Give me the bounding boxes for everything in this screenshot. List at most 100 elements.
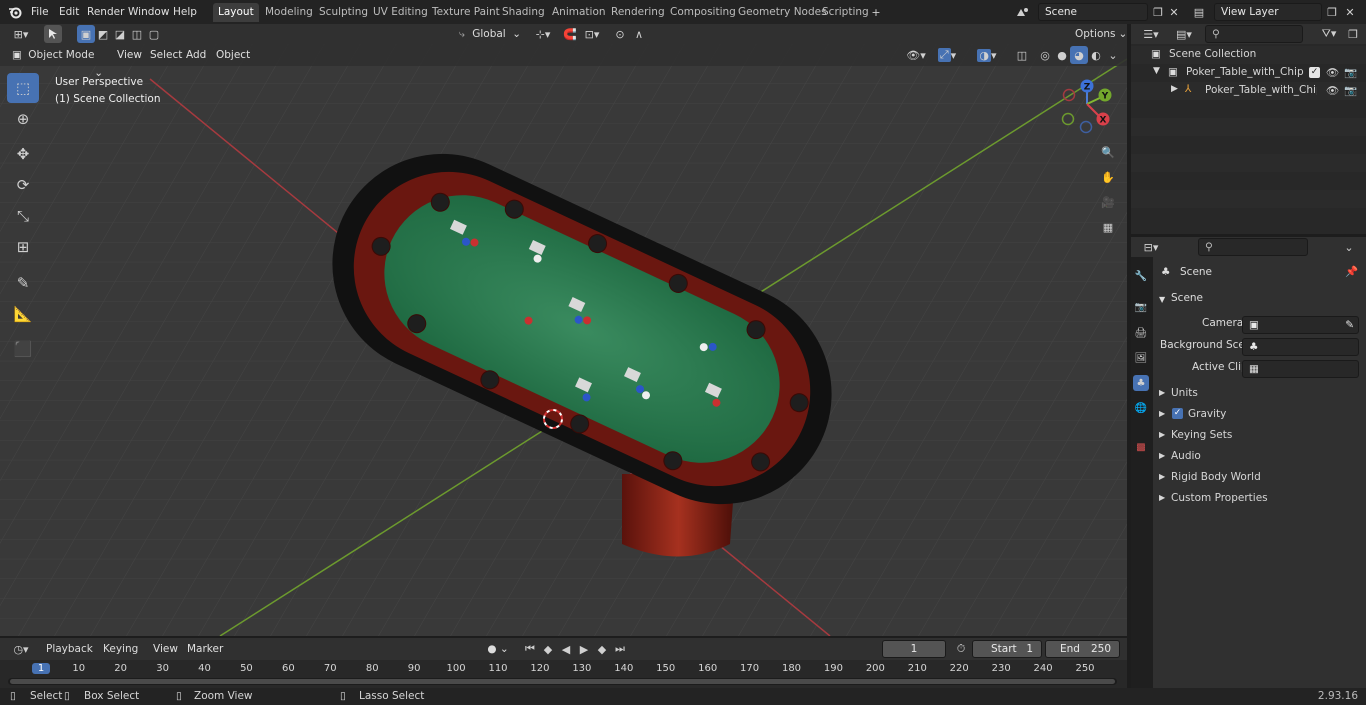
pin-icon[interactable]: 📌 [1345, 262, 1358, 283]
snap-toggle-icon[interactable]: 🧲 [561, 25, 579, 43]
properties-editor-icon[interactable]: ⊟▾ [1138, 238, 1164, 256]
camera-view-icon[interactable]: 🎥 [1099, 193, 1117, 211]
annotate-tool-icon[interactable]: ✎ [7, 268, 39, 298]
scene-panel-title[interactable]: Scene [1171, 288, 1203, 309]
menu-window[interactable]: Window [125, 4, 172, 20]
options-dropdown[interactable]: Options ⌄ [1068, 25, 1127, 43]
timeline-area[interactable]: 1 10 20 30 40 50 60 70 80 90 100 110 120 130 140 150 160… [0, 660, 1127, 688]
tab-rendering[interactable]: Rendering [606, 3, 670, 22]
editor-type-icon[interactable]: ⊞▾ [8, 25, 34, 43]
select-tool-icon[interactable] [44, 25, 62, 43]
shading-options-icon[interactable]: ⌄ [1104, 46, 1122, 64]
view-layer-tab-icon[interactable]: 🖼 [1133, 350, 1149, 366]
outliner-row-collection[interactable]: ▼ ▣ Poker_Table_with_Chips_and_ ✓ 👁 📷 [1131, 64, 1366, 82]
section-gravity[interactable]: ▶ ✓ Gravity [1153, 404, 1366, 425]
collapse-arrow-icon[interactable]: ▼ [1159, 289, 1165, 310]
menu-object[interactable]: Object [213, 47, 253, 63]
delete-scene-icon[interactable]: ✕ [1165, 3, 1183, 21]
eyedropper-icon[interactable]: ✎ [1345, 317, 1354, 333]
material-shading-icon[interactable]: ◕ [1070, 46, 1088, 64]
camera-field[interactable]: ▣ ✎ [1242, 316, 1359, 334]
section-audio[interactable]: ▶ Audio [1153, 446, 1366, 467]
menu-help[interactable]: Help [170, 4, 200, 20]
mode-new-icon[interactable]: ▣ [77, 25, 95, 43]
scene-tab-icon[interactable]: ♣ [1133, 375, 1149, 391]
menu-edit[interactable]: Edit [56, 4, 82, 20]
scene-name-field[interactable]: Scene [1038, 3, 1148, 21]
display-mode-icon[interactable]: ▤▾ [1171, 25, 1197, 43]
menu-render[interactable]: Render [84, 4, 127, 20]
blender-logo-icon[interactable] [6, 3, 24, 21]
current-frame-marker[interactable]: 1 [32, 663, 50, 674]
timeline-view-menu[interactable]: View [150, 641, 181, 657]
camera-render-icon[interactable]: 📷 [1344, 66, 1357, 79]
outliner-search-input[interactable]: ⚲ [1205, 25, 1303, 43]
tab-layout[interactable]: Layout [213, 3, 259, 22]
transform-tool-icon[interactable]: ⊞ [7, 232, 39, 262]
world-tab-icon[interactable]: 🌐 [1133, 400, 1149, 416]
tab-animation[interactable]: Animation [547, 3, 611, 22]
tab-scripting[interactable]: Scripting [817, 3, 874, 22]
new-view-layer-icon[interactable]: ❐ [1323, 3, 1341, 21]
play-reverse-icon[interactable]: ◀ [557, 640, 575, 658]
view-layer-selector-icon[interactable]: ▤ [1190, 3, 1208, 21]
rotate-tool-icon[interactable]: ⟳ [7, 170, 39, 200]
mode-difference-icon[interactable]: ◫ [128, 25, 146, 43]
jump-end-icon[interactable]: ⏭ [611, 640, 629, 658]
current-frame-field[interactable]: 1 [882, 640, 946, 658]
navigation-gizmo[interactable]: Z Y X [1055, 76, 1119, 136]
exclude-checkbox[interactable]: ✓ [1309, 67, 1320, 78]
properties-options-icon[interactable]: ⌄ [1340, 238, 1358, 256]
mode-intersect-icon[interactable]: ▢ [145, 25, 163, 43]
timeline-scrollbar[interactable] [8, 678, 1117, 685]
proportional-edit-icon[interactable]: ⊙ [611, 25, 629, 43]
zoom-icon[interactable]: 🔍 [1099, 143, 1117, 161]
solid-shading-icon[interactable]: ● [1053, 46, 1071, 64]
cursor-tool-icon[interactable]: ⊕ [7, 104, 39, 134]
section-units[interactable]: ▶ Units [1153, 383, 1366, 404]
eye-icon[interactable]: 👁 [1326, 84, 1339, 97]
mode-dropdown[interactable]: ▣ Object Mode ⌄ [8, 46, 106, 79]
tab-compositing[interactable]: Compositing [665, 3, 741, 22]
keying-menu[interactable]: Keying ⌄ [99, 640, 145, 673]
perspective-toggle-icon[interactable]: ▦ [1099, 218, 1117, 236]
view-layer-name-field[interactable]: View Layer [1214, 3, 1322, 21]
xray-icon[interactable]: ◫ [1013, 46, 1031, 64]
texture-tab-icon[interactable]: ▩ [1133, 439, 1149, 455]
section-custom-properties[interactable]: ▶ Custom Properties [1153, 488, 1366, 509]
snap-target-icon[interactable]: ⊡▾ [580, 25, 604, 43]
playback-menu[interactable]: Playback ⌄ [40, 640, 96, 673]
visibility-icon[interactable]: 👁▾ [903, 46, 929, 64]
move-tool-icon[interactable]: ✥ [7, 139, 39, 169]
tab-shading[interactable]: Shading [497, 3, 550, 22]
add-cube-tool-icon[interactable]: ⬛ [7, 334, 39, 364]
background-scene-field[interactable]: ♣ [1242, 338, 1359, 356]
prev-keyframe-icon[interactable]: ◆ [539, 640, 557, 658]
gravity-checkbox[interactable]: ✓ [1172, 408, 1183, 419]
preview-range-icon[interactable]: ⏱ [952, 640, 970, 658]
pivot-point-icon[interactable]: ⊹▾ [531, 25, 555, 43]
timeline-editor-icon[interactable]: ◷▾ [8, 640, 34, 658]
scene-selector-icon[interactable] [1014, 3, 1032, 21]
menu-file[interactable]: File [28, 4, 52, 20]
output-tab-icon[interactable]: 🖨 [1133, 325, 1149, 341]
next-keyframe-icon[interactable]: ◆ [593, 640, 611, 658]
rendered-shading-icon[interactable]: ◐ [1087, 46, 1105, 64]
properties-search-input[interactable]: ⚲ [1198, 238, 1308, 256]
tool-tab-icon[interactable]: 🔧 [1133, 268, 1149, 284]
jump-start-icon[interactable]: ⏮ [521, 640, 539, 658]
camera-render-icon[interactable]: 📷 [1344, 84, 1357, 97]
menu-add[interactable]: Add [183, 47, 209, 63]
outliner-editor-icon[interactable]: ☰▾ [1138, 25, 1164, 43]
marker-menu[interactable]: Marker [184, 641, 226, 657]
filter-icon[interactable]: ⛛▾ [1316, 25, 1342, 43]
overlays-icon[interactable]: ◑ ▾ [974, 46, 1000, 64]
3d-viewport[interactable] [0, 44, 1127, 636]
gizmo-toggle-icon[interactable]: ⤢ ▾ [934, 46, 960, 64]
wireframe-shading-icon[interactable]: ◎ [1036, 46, 1054, 64]
select-box-tool-icon[interactable]: ⬚ [7, 73, 39, 103]
section-rigid-body-world[interactable]: ▶ Rigid Body World [1153, 467, 1366, 488]
eye-icon[interactable]: 👁 [1326, 66, 1339, 79]
add-workspace-icon[interactable]: + [867, 3, 885, 21]
falloff-icon[interactable]: ∧ [630, 25, 648, 43]
